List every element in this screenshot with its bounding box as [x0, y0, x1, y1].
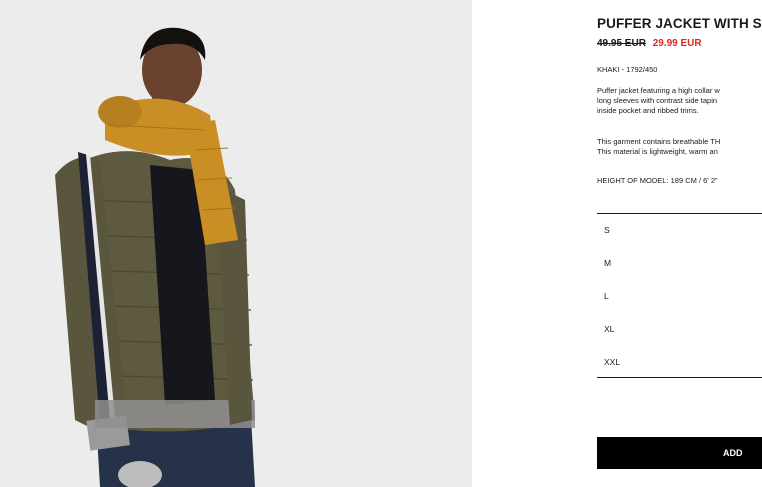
- size-option-s[interactable]: S: [597, 214, 762, 247]
- fabric-info: This garment contains breathable TH This…: [597, 137, 720, 157]
- add-to-cart-button[interactable]: ADD: [597, 437, 762, 469]
- sale-price: 29.99 EUR: [652, 38, 702, 49]
- description-line: inside pocket and ribbed trims.: [597, 106, 699, 115]
- model-height: HEIGHT OF MODEL: 189 CM / 6' 2": [597, 176, 718, 185]
- product-photo[interactable]: [0, 0, 472, 487]
- fabric-line: This garment contains breathable TH: [597, 137, 721, 146]
- size-option-xl[interactable]: XL: [597, 313, 762, 346]
- product-info: PUFFER JACKET WITH SIDE 49.95 EUR 29.99 …: [597, 0, 762, 487]
- fabric-line: This material is lightweight, warm an: [597, 147, 718, 156]
- old-price: 49.95 EUR: [597, 38, 646, 49]
- size-list-bottom-divider: [597, 377, 762, 378]
- size-list: S M L XL XXL: [597, 214, 762, 379]
- model-illustration: [0, 0, 472, 487]
- description-line: Puffer jacket featuring a high collar w: [597, 86, 720, 95]
- product-description: Puffer jacket featuring a high collar w …: [597, 86, 720, 116]
- size-option-m[interactable]: M: [597, 247, 762, 280]
- product-reference: KHAKI - 1792/450: [597, 65, 658, 74]
- size-option-xxl[interactable]: XXL: [597, 346, 762, 379]
- price-block: 49.95 EUR 29.99 EUR: [597, 38, 702, 49]
- size-option-l[interactable]: L: [597, 280, 762, 313]
- product-title: PUFFER JACKET WITH SIDE: [597, 16, 762, 31]
- description-line: long sleeves with contrast side tapin: [597, 96, 718, 105]
